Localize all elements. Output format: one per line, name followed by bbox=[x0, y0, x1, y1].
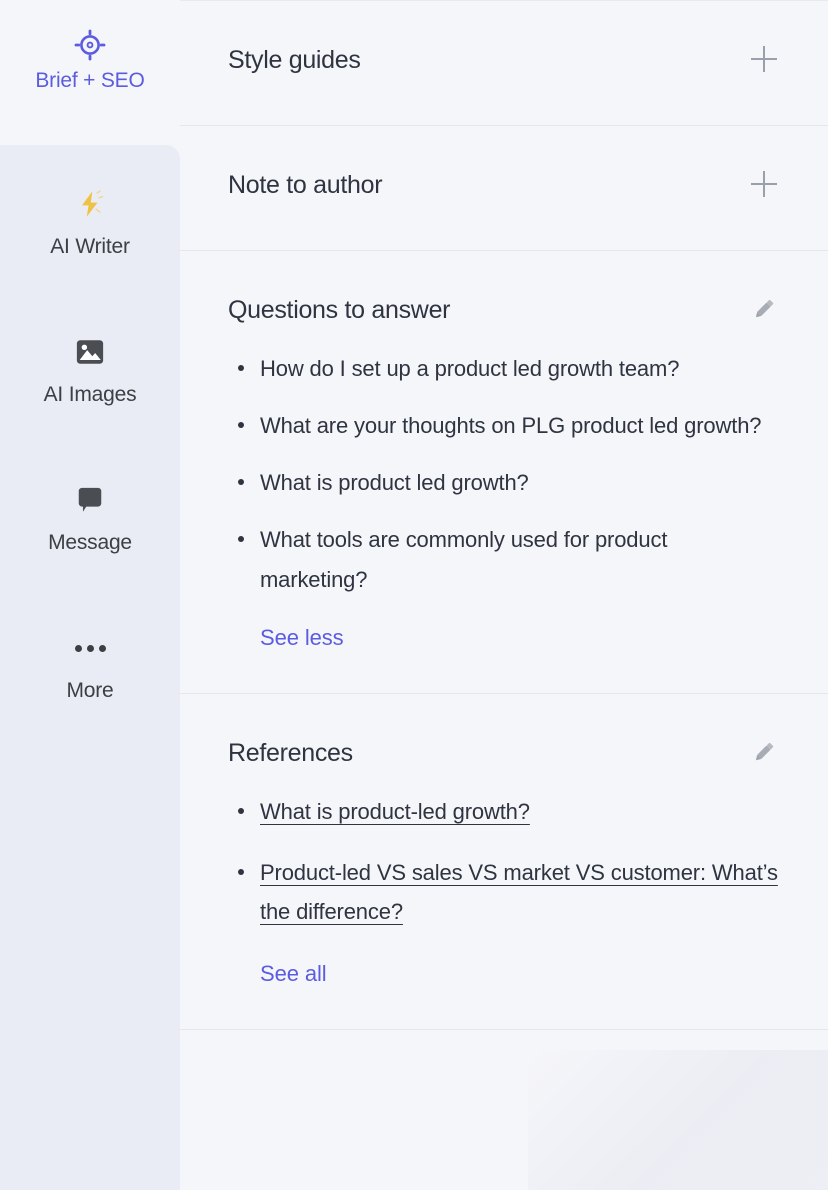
edit-questions-button[interactable] bbox=[748, 293, 780, 325]
sidebar-item-ai-images[interactable]: AI Images bbox=[0, 313, 180, 461]
section-header: Style guides bbox=[228, 1, 780, 75]
main-content: Style guides Note to author Questions to… bbox=[180, 0, 828, 1190]
brand-label: Brief + SEO bbox=[35, 69, 145, 92]
sidebar-nav-panel: AI Writer AI Images Message More bbox=[0, 145, 180, 1190]
target-crosshair-icon bbox=[73, 28, 107, 62]
add-style-guide-button[interactable] bbox=[748, 43, 780, 75]
question-text: What is product led growth? bbox=[260, 470, 529, 496]
speech-bubble-icon bbox=[73, 483, 107, 517]
section-questions-to-answer: Questions to answer How do I set up a pr… bbox=[180, 251, 828, 694]
section-title: Questions to answer bbox=[228, 296, 451, 324]
sidebar-brand[interactable]: Brief + SEO bbox=[0, 0, 180, 145]
sidebar: Brief + SEO AI Writer AI Images Message … bbox=[0, 0, 180, 1190]
sidebar-item-label: AI Images bbox=[43, 383, 137, 406]
app-root: Brief + SEO AI Writer AI Images Message … bbox=[0, 0, 828, 1190]
list-item: What tools are commonly used for product… bbox=[228, 520, 780, 598]
sidebar-item-message[interactable]: Message bbox=[0, 461, 180, 609]
add-note-button[interactable] bbox=[748, 168, 780, 200]
reference-link[interactable]: Product-led VS sales VS market VS custom… bbox=[260, 860, 778, 924]
section-references: References What is product-led growth? P… bbox=[180, 694, 828, 1031]
edit-references-button[interactable] bbox=[748, 736, 780, 768]
sidebar-item-ai-writer[interactable]: AI Writer bbox=[0, 165, 180, 313]
list-item: Product-led VS sales VS market VS custom… bbox=[228, 853, 780, 931]
pencil-icon bbox=[755, 299, 774, 318]
section-title: Style guides bbox=[228, 46, 361, 74]
section-note-to-author: Note to author bbox=[180, 126, 828, 251]
section-header: Note to author bbox=[228, 126, 780, 200]
plus-icon bbox=[751, 171, 777, 197]
question-text: How do I set up a product led growth tea… bbox=[260, 356, 680, 381]
reference-link[interactable]: What is product-led growth? bbox=[260, 799, 530, 824]
image-icon bbox=[73, 335, 107, 369]
pencil-icon bbox=[755, 742, 774, 760]
corner-gradient-overlay bbox=[528, 1050, 828, 1190]
references-list: What is product-led growth? Product-led … bbox=[228, 768, 780, 931]
section-title: Note to author bbox=[228, 171, 383, 199]
sidebar-item-label: AI Writer bbox=[50, 235, 130, 258]
list-item: How do I set up a product led growth tea… bbox=[228, 349, 780, 388]
sidebar-item-label: Message bbox=[48, 531, 132, 554]
question-text: What are your thoughts on PLG product le… bbox=[260, 413, 762, 439]
see-all-link[interactable]: See all bbox=[260, 961, 327, 987]
plus-icon bbox=[751, 46, 777, 72]
list-item: What is product-led growth? bbox=[228, 792, 780, 831]
sidebar-item-more[interactable]: More bbox=[0, 609, 180, 729]
lightning-bolt-icon bbox=[73, 187, 107, 221]
sidebar-item-label: More bbox=[66, 679, 114, 702]
see-less-link[interactable]: See less bbox=[260, 625, 344, 651]
list-item: What is product led growth? bbox=[228, 463, 780, 502]
question-text: What tools are commonly used for product… bbox=[260, 527, 668, 592]
list-item: What are your thoughts on PLG product le… bbox=[228, 406, 780, 445]
section-style-guides: Style guides bbox=[180, 0, 828, 126]
ellipsis-icon bbox=[73, 631, 107, 665]
questions-list: How do I set up a product led growth tea… bbox=[228, 325, 780, 599]
section-title: References bbox=[228, 738, 353, 767]
section-header: References bbox=[228, 694, 780, 768]
section-header: Questions to answer bbox=[228, 251, 780, 325]
